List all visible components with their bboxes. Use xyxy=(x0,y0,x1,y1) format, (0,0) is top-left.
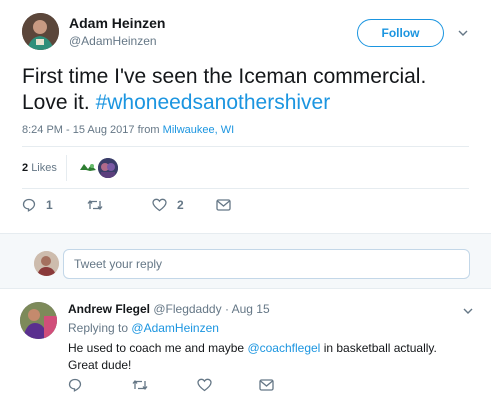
tweet-time[interactable]: 8:24 PM - 15 Aug 2017 from xyxy=(22,124,160,136)
replying-to-line: Replying to @AdamHeinzen xyxy=(68,321,219,335)
reply-text: He used to coach me and maybe @coachfleg… xyxy=(68,340,468,374)
retweet-icon xyxy=(132,379,148,391)
reply-icon xyxy=(22,198,36,212)
reply-text-before: He used to coach me and maybe xyxy=(68,341,245,355)
author-name[interactable]: Adam Heinzen xyxy=(69,15,165,31)
like-count: 2 xyxy=(177,198,184,212)
reply-author-handle[interactable]: @Flegdaddy xyxy=(153,302,221,316)
reply-input-placeholder: Tweet your reply xyxy=(74,257,163,271)
replying-to-handle[interactable]: @AdamHeinzen xyxy=(131,321,219,335)
envelope-icon xyxy=(216,199,231,211)
likes-label: Likes xyxy=(31,162,57,174)
current-user-avatar xyxy=(34,251,59,276)
reply-author-avatar[interactable] xyxy=(20,302,57,339)
tweet-timestamp: 8:24 PM - 15 Aug 2017 from Milwaukee, WI xyxy=(22,124,234,136)
reply-direct-message-action[interactable] xyxy=(259,379,274,391)
reply-count: 1 xyxy=(46,198,53,212)
heart-icon xyxy=(152,198,167,212)
author-avatar[interactable] xyxy=(22,13,59,50)
envelope-icon xyxy=(259,379,274,391)
divider-actions xyxy=(22,188,469,189)
reply-header: Andrew Flegel @Flegdaddy · Aug 15 xyxy=(68,302,270,316)
likes-count: 2 xyxy=(22,162,29,174)
reply-retweet-action[interactable] xyxy=(132,378,148,392)
follow-button-label: Follow xyxy=(381,26,420,40)
reply-like-action[interactable] xyxy=(197,378,212,392)
reply-date[interactable]: Aug 15 xyxy=(232,302,270,316)
divider-top xyxy=(22,146,469,147)
hashtag-link[interactable]: #whoneedsanothershiver xyxy=(96,91,331,114)
reply-mention-link[interactable]: @coachflegel xyxy=(247,341,320,355)
replying-to-prefix: Replying to xyxy=(68,321,129,335)
reply-reply-action[interactable] xyxy=(68,378,82,392)
reply-icon xyxy=(68,378,82,392)
like-action[interactable]: 2 xyxy=(152,198,184,212)
tweet-location[interactable]: Milwaukee, WI xyxy=(163,124,235,136)
direct-message-action[interactable] xyxy=(216,199,231,211)
reply-separator: · xyxy=(224,302,229,316)
heart-icon xyxy=(197,378,212,392)
reply-more-options-chevron-icon[interactable] xyxy=(462,306,474,316)
reply-input[interactable]: Tweet your reply xyxy=(63,249,470,279)
liker-avatar-1[interactable] xyxy=(78,158,98,178)
follow-button[interactable]: Follow xyxy=(357,19,444,47)
liker-avatar-2[interactable] xyxy=(98,158,118,178)
author-handle[interactable]: @AdamHeinzen xyxy=(69,34,157,48)
stat-divider xyxy=(66,155,67,181)
tweet-text: First time I've seen the Iceman commerci… xyxy=(22,64,477,116)
reply-action[interactable]: 1 xyxy=(22,198,53,212)
retweet-action[interactable] xyxy=(87,198,103,212)
retweet-icon xyxy=(87,199,103,211)
likes-stat[interactable]: 2 Likes xyxy=(22,162,57,174)
reply-author-name[interactable]: Andrew Flegel xyxy=(68,302,150,316)
more-options-chevron-icon[interactable] xyxy=(457,28,469,38)
